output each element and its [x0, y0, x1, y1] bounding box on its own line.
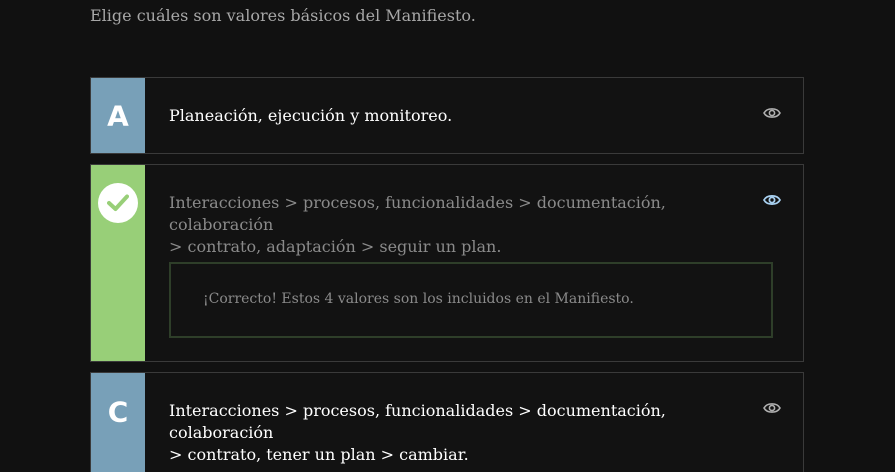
option-letter: C: [107, 395, 129, 428]
eye-icon[interactable]: [763, 106, 781, 120]
option-text: Planeación, ejecución y monitoreo.: [169, 106, 453, 125]
option-text-line2: > contrato, adaptación > seguir un plan.: [169, 237, 502, 256]
feedback-text: ¡Correcto! Estos 4 valores son los inclu…: [203, 291, 634, 307]
option-letter-badge-fill: [91, 450, 145, 472]
option-b[interactable]: Interacciones > procesos, funcionalidade…: [90, 164, 804, 362]
feedback-box: ¡Correcto! Estos 4 valores son los inclu…: [169, 262, 773, 338]
option-c[interactable]: C Interacciones > procesos, funcionalida…: [90, 372, 804, 472]
option-letter-badge: A: [91, 78, 145, 153]
option-text-line1: Interacciones > procesos, funcionalidade…: [169, 401, 666, 442]
option-a[interactable]: A Planeación, ejecución y monitoreo.: [90, 77, 804, 154]
option-letter-badge: C: [91, 373, 145, 450]
option-text-line2: > contrato, tener un plan > cambiar.: [169, 445, 469, 464]
eye-icon[interactable]: [763, 193, 781, 207]
option-text: Interacciones > procesos, funcionalidade…: [169, 192, 733, 258]
eye-icon[interactable]: [763, 401, 781, 415]
check-circle-icon: [98, 183, 138, 223]
question-text: Elige cuáles son valores básicos del Man…: [90, 6, 476, 25]
option-text-line1: Interacciones > procesos, funcionalidade…: [169, 193, 666, 234]
option-letter: A: [107, 99, 129, 132]
correct-indicator: [91, 165, 145, 361]
quiz-page: Elige cuáles son valores básicos del Man…: [0, 0, 895, 472]
option-text: Interacciones > procesos, funcionalidade…: [169, 400, 733, 466]
